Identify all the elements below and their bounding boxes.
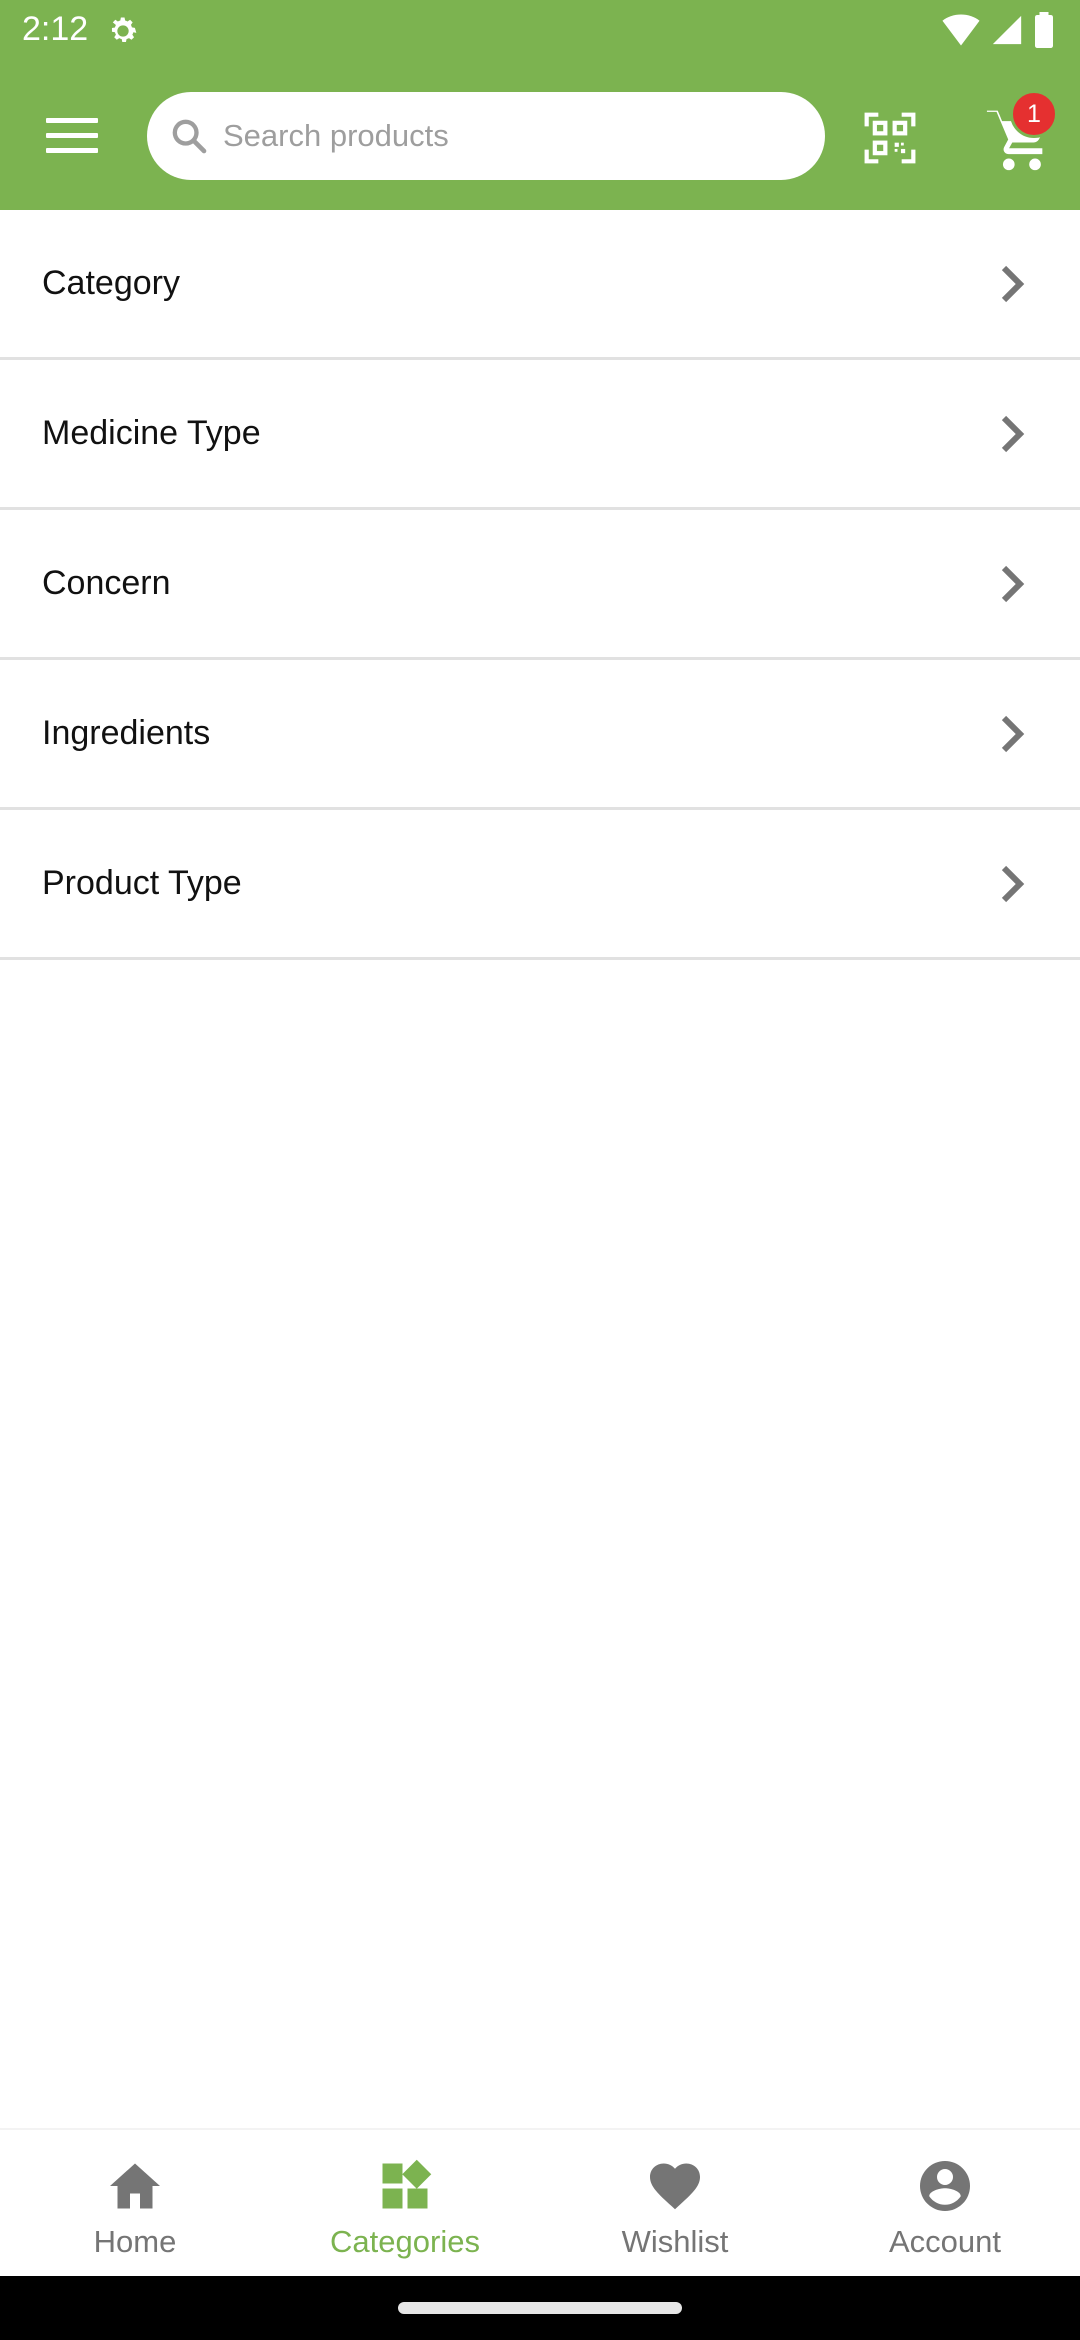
nav-label: Wishlist <box>621 2224 729 2259</box>
categories-icon <box>382 2159 432 2209</box>
nav-tab-categories[interactable]: Categories <box>270 2130 540 2276</box>
chevron-right-icon <box>1001 265 1025 302</box>
chevron-right-icon <box>1001 865 1025 902</box>
filter-item-product-type[interactable]: Product Type <box>0 810 1080 960</box>
filter-item-concern[interactable]: Concern <box>0 510 1080 660</box>
nav-tab-wishlist[interactable]: Wishlist <box>540 2130 810 2276</box>
filter-item-label: Ingredients <box>42 714 211 752</box>
chevron-right-icon <box>1001 415 1025 452</box>
nav-tab-home[interactable]: Home <box>0 2130 270 2276</box>
nav-label: Account <box>888 2224 1001 2259</box>
home-gesture-handle[interactable] <box>398 2302 682 2314</box>
filter-item-label: Concern <box>42 564 171 602</box>
search-bar[interactable] <box>147 92 825 180</box>
status-bar: 2:12 <box>0 0 1080 62</box>
cart-badge: 1 <box>1010 90 1058 138</box>
filter-item-medicine-type[interactable]: Medicine Type <box>0 360 1080 510</box>
filter-list: Category Medicine Type Concern Ingredien… <box>0 210 1080 960</box>
filter-item-label: Medicine Type <box>42 414 261 452</box>
filter-item-category[interactable]: Category <box>0 210 1080 360</box>
settings-gear-icon <box>111 17 137 43</box>
bottom-nav: Home Categories Wishlist Account <box>0 2128 1080 2276</box>
nav-label: Home <box>93 2224 177 2259</box>
nav-tab-account[interactable]: Account <box>810 2130 1080 2276</box>
search-icon <box>172 119 207 154</box>
battery-icon <box>1035 12 1053 48</box>
status-time: 2:12 <box>22 10 89 48</box>
filter-item-label: Product Type <box>42 864 242 902</box>
search-input[interactable] <box>223 118 783 154</box>
account-icon <box>920 2161 970 2211</box>
filter-item-ingredients[interactable]: Ingredients <box>0 660 1080 810</box>
chevron-right-icon <box>1001 715 1025 752</box>
home-icon <box>110 2163 160 2209</box>
cell-signal-icon <box>992 15 1022 45</box>
nav-label: Categories <box>330 2224 480 2259</box>
system-gesture-bar <box>0 2276 1080 2340</box>
wifi-icon <box>942 14 980 46</box>
qr-scan-icon[interactable] <box>862 110 918 166</box>
app-bar: 1 <box>0 62 1080 210</box>
heart-icon <box>650 2163 700 2210</box>
filter-item-label: Category <box>42 264 180 302</box>
hamburger-menu-icon[interactable] <box>46 118 98 158</box>
chevron-right-icon <box>1001 565 1025 602</box>
